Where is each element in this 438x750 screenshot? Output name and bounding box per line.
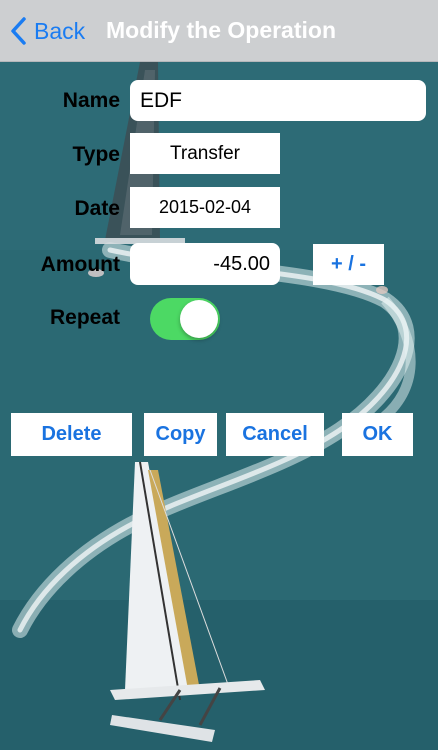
delete-button[interactable]: Delete bbox=[11, 413, 132, 456]
back-button[interactable]: Back bbox=[8, 12, 85, 50]
name-field[interactable]: EDF bbox=[130, 80, 426, 121]
type-label: Type bbox=[72, 143, 120, 166]
copy-button[interactable]: Copy bbox=[144, 413, 217, 456]
repeat-toggle[interactable] bbox=[150, 298, 220, 340]
chevron-left-icon bbox=[11, 17, 26, 45]
amount-label: Amount bbox=[40, 253, 120, 276]
date-label: Date bbox=[74, 197, 120, 220]
toggle-knob bbox=[180, 300, 218, 338]
repeat-label: Repeat bbox=[49, 306, 120, 329]
amount-field[interactable]: -45.00 bbox=[130, 243, 280, 285]
back-label: Back bbox=[34, 17, 86, 44]
toggle-sign-button[interactable]: + / - bbox=[313, 244, 384, 285]
navigation-bar: Back Modify the Operation bbox=[0, 0, 438, 62]
name-label: Name bbox=[62, 89, 120, 112]
screen: Back Modify the Operation Name Type Date… bbox=[0, 0, 438, 750]
cancel-button[interactable]: Cancel bbox=[226, 413, 324, 456]
date-picker-field[interactable]: 2015-02-04 bbox=[130, 187, 280, 228]
page-title: Modify the Operation bbox=[106, 17, 336, 43]
ok-button[interactable]: OK bbox=[342, 413, 413, 456]
type-selector[interactable]: Transfer bbox=[130, 133, 280, 174]
